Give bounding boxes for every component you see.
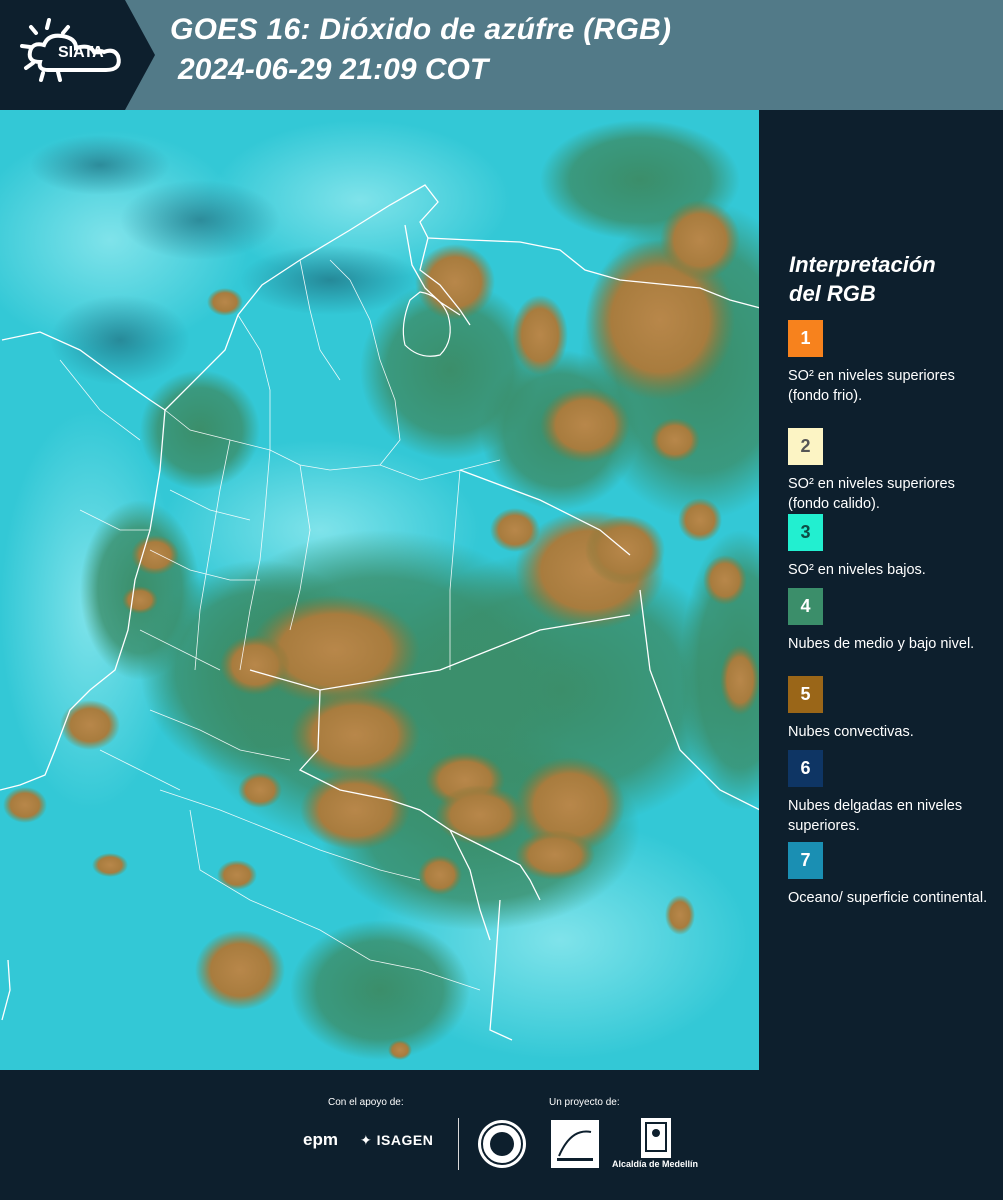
footer: Con el apoyo de: Un proyecto de: epm ✦ I… (0, 1070, 1003, 1200)
logo-text: SIATA (58, 44, 104, 61)
area-metropolitana-logo[interactable] (551, 1120, 599, 1168)
legend-swatch-5: 5 (788, 676, 823, 713)
map-canvas (0, 110, 759, 1070)
isagen-mark-icon: ✦ (360, 1132, 377, 1148)
legend-swatch-6: 6 (788, 750, 823, 787)
epm-logo[interactable]: epm (303, 1130, 338, 1150)
area-metropolitana-icon (557, 1130, 593, 1161)
legend-text-4: Nubes de medio y bajo nivel. (788, 636, 975, 652)
legend-item-3: 3 SO² en niveles bajos. (788, 514, 993, 580)
legend-title-line2: del RGB (789, 281, 876, 306)
legend-panel: Interpretación del RGB 1 SO² en niveles s… (760, 110, 1003, 1070)
project-label: Un proyecto de: (549, 1097, 620, 1108)
legend-item-2: 2 SO² en niveles superiores (fondo calido… (788, 428, 993, 514)
legend-title: Interpretación del RGB (789, 250, 989, 308)
legend-text-2: SO² en niveles superiores (fondo calido)… (788, 476, 955, 512)
legend-item-7: 7 Oceano/ superficie continental. (788, 842, 993, 908)
legend-text-3: SO² en niveles bajos. (788, 562, 926, 578)
legend-swatch-2: 2 (788, 428, 823, 465)
legend-swatch-3: 3 (788, 514, 823, 551)
legend-item-4: 4 Nubes de medio y bajo nivel. (788, 588, 993, 654)
legend-title-line1: Interpretación (789, 252, 936, 277)
medellin-seal-logo[interactable] (478, 1120, 526, 1168)
satellite-map[interactable] (0, 110, 760, 1070)
siata-logo[interactable]: SIATA (0, 0, 160, 110)
shield-icon (645, 1122, 667, 1152)
legend-text-5: Nubes convectivas. (788, 724, 914, 740)
isagen-logo[interactable]: ✦ ISAGEN (360, 1132, 433, 1149)
legend-item-1: 1 SO² en niveles superiores (fondo frio). (788, 320, 993, 406)
page-title: GOES 16: Dióxido de azúfre (RGB) (170, 13, 672, 46)
legend-item-6: 6 Nubes delgadas en niveles superiores. (788, 750, 993, 836)
legend-swatch-1: 1 (788, 320, 823, 357)
legend-text-6: Nubes delgadas en niveles superiores. (788, 798, 963, 834)
footer-divider (458, 1118, 459, 1170)
alcaldia-shield-logo[interactable] (641, 1118, 671, 1158)
legend-swatch-4: 4 (788, 588, 823, 625)
legend-text-7: Oceano/ superficie continental. (788, 890, 988, 906)
seal-icon (481, 1123, 523, 1165)
isagen-label: ISAGEN (376, 1132, 434, 1148)
alcaldia-label: Alcaldía de Medellín (612, 1159, 699, 1169)
legend-swatch-7: 7 (788, 842, 823, 879)
timestamp: 2024-06-29 21:09 COT (178, 53, 489, 86)
header-bar: SIATA GOES 16: Dióxido de azúfre (RGB) 2… (0, 0, 1003, 110)
legend-text-1: SO² en niveles superiores (fondo frio). (788, 368, 955, 404)
legend-item-5: 5 Nubes convectivas. (788, 676, 993, 742)
support-label: Con el apoyo de: (328, 1097, 404, 1108)
